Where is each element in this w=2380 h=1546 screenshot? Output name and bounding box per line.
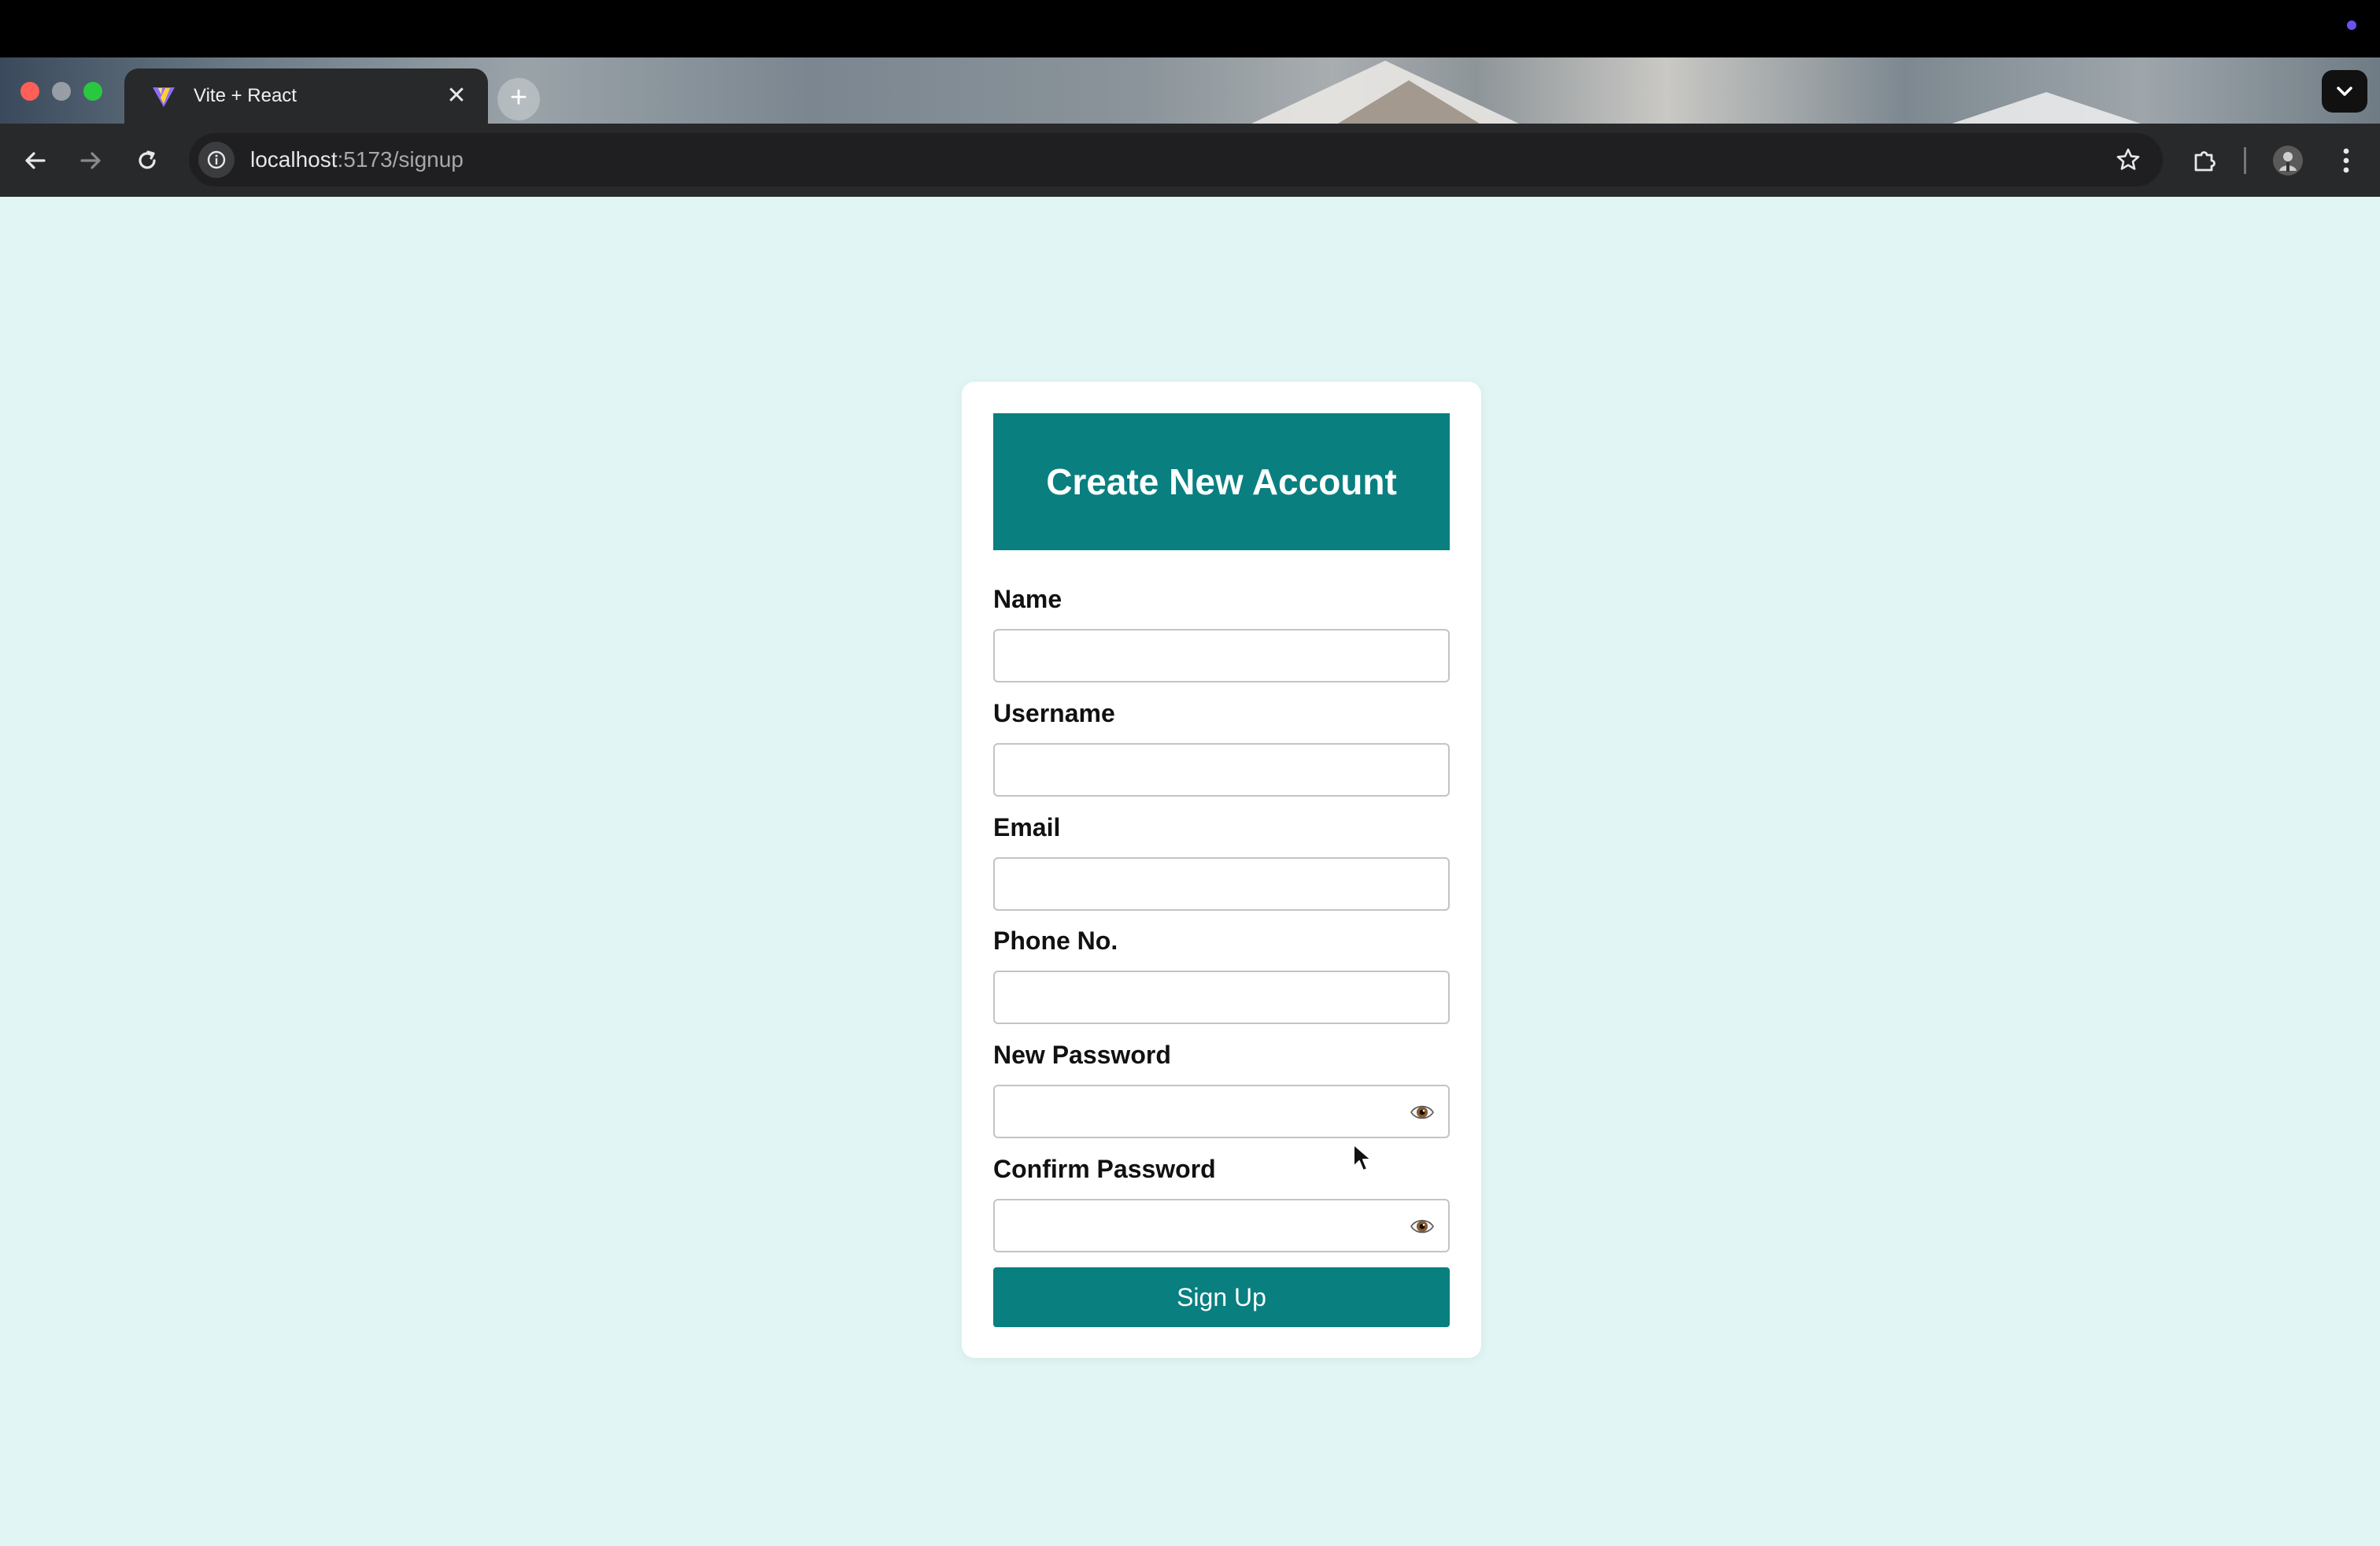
window-close-button[interactable]: [20, 82, 39, 101]
tab-search-chevron-icon[interactable]: [2322, 70, 2367, 113]
signup-card: Create New Account Name Username Email P…: [962, 382, 1481, 1358]
url-host: localhost: [250, 147, 338, 172]
email-field-group: Email: [993, 812, 1450, 911]
page-viewport: Create New Account Name Username Email P…: [0, 197, 2380, 1546]
confirm-password-field-group: Confirm Password: [993, 1153, 1450, 1252]
confirm-password-input-box[interactable]: [993, 1199, 1450, 1252]
profile-avatar-icon[interactable]: [2268, 141, 2308, 180]
status-dot: [2347, 20, 2356, 30]
new-password-input-box[interactable]: [993, 1085, 1450, 1138]
mouse-cursor-icon: [1353, 1144, 1372, 1171]
address-bar[interactable]: localhost:5173/signup: [189, 133, 2163, 187]
username-input[interactable]: [995, 745, 1448, 795]
phone-input-box[interactable]: [993, 971, 1450, 1024]
vite-logo-icon: [150, 82, 178, 110]
name-input-box[interactable]: [993, 629, 1450, 682]
new-tab-button[interactable]: +: [497, 78, 540, 120]
username-input-box[interactable]: [993, 743, 1450, 797]
email-input-box[interactable]: [993, 857, 1450, 911]
phone-field-group: Phone No.: [993, 925, 1450, 1024]
browser-toolbar: localhost:5173/signup: [0, 124, 2380, 197]
name-field-group: Name: [993, 583, 1450, 682]
new-password-field-group: New Password: [993, 1039, 1450, 1138]
email-input[interactable]: [995, 859, 1448, 909]
new-password-label: New Password: [993, 1041, 1171, 1069]
extensions-puzzle-icon[interactable]: [2185, 141, 2224, 180]
eye-icon[interactable]: [1409, 1100, 1436, 1124]
window-zoom-button[interactable]: [83, 82, 102, 101]
page-title: Create New Account: [1046, 461, 1397, 502]
bookmark-star-icon[interactable]: [2111, 142, 2145, 177]
browser-tab-strip: Vite + React ✕ +: [0, 57, 2380, 124]
browser-tab-active[interactable]: Vite + React ✕: [124, 68, 488, 124]
site-info-icon[interactable]: [198, 142, 235, 178]
kebab-menu-icon[interactable]: [2326, 141, 2366, 180]
tab-close-icon[interactable]: ✕: [442, 82, 471, 110]
form-header: Create New Account: [993, 413, 1450, 550]
back-arrow-icon[interactable]: [16, 141, 55, 180]
email-label: Email: [993, 813, 1061, 841]
sign-up-button[interactable]: Sign Up: [993, 1267, 1450, 1327]
system-menu-bar: [0, 0, 2380, 57]
wallpaper-mountain: [1338, 80, 1480, 124]
confirm-password-input[interactable]: [995, 1200, 1448, 1251]
tab-title: Vite + React: [194, 85, 297, 106]
url-text: localhost:5173/signup: [250, 147, 464, 172]
phone-input[interactable]: [995, 972, 1448, 1023]
name-input[interactable]: [995, 631, 1448, 681]
reload-icon[interactable]: [128, 141, 167, 180]
window-minimize-button[interactable]: [52, 82, 71, 101]
phone-label: Phone No.: [993, 926, 1118, 955]
url-path: :5173/signup: [337, 147, 464, 172]
username-field-group: Username: [993, 697, 1450, 797]
new-password-input[interactable]: [995, 1086, 1448, 1137]
name-label: Name: [993, 585, 1062, 613]
forward-arrow-icon[interactable]: [71, 141, 110, 180]
wallpaper-mountain: [1952, 92, 2141, 124]
toolbar-separator: [2244, 147, 2246, 174]
username-label: Username: [993, 699, 1115, 727]
confirm-password-label: Confirm Password: [993, 1155, 1216, 1183]
eye-icon[interactable]: [1409, 1215, 1436, 1238]
